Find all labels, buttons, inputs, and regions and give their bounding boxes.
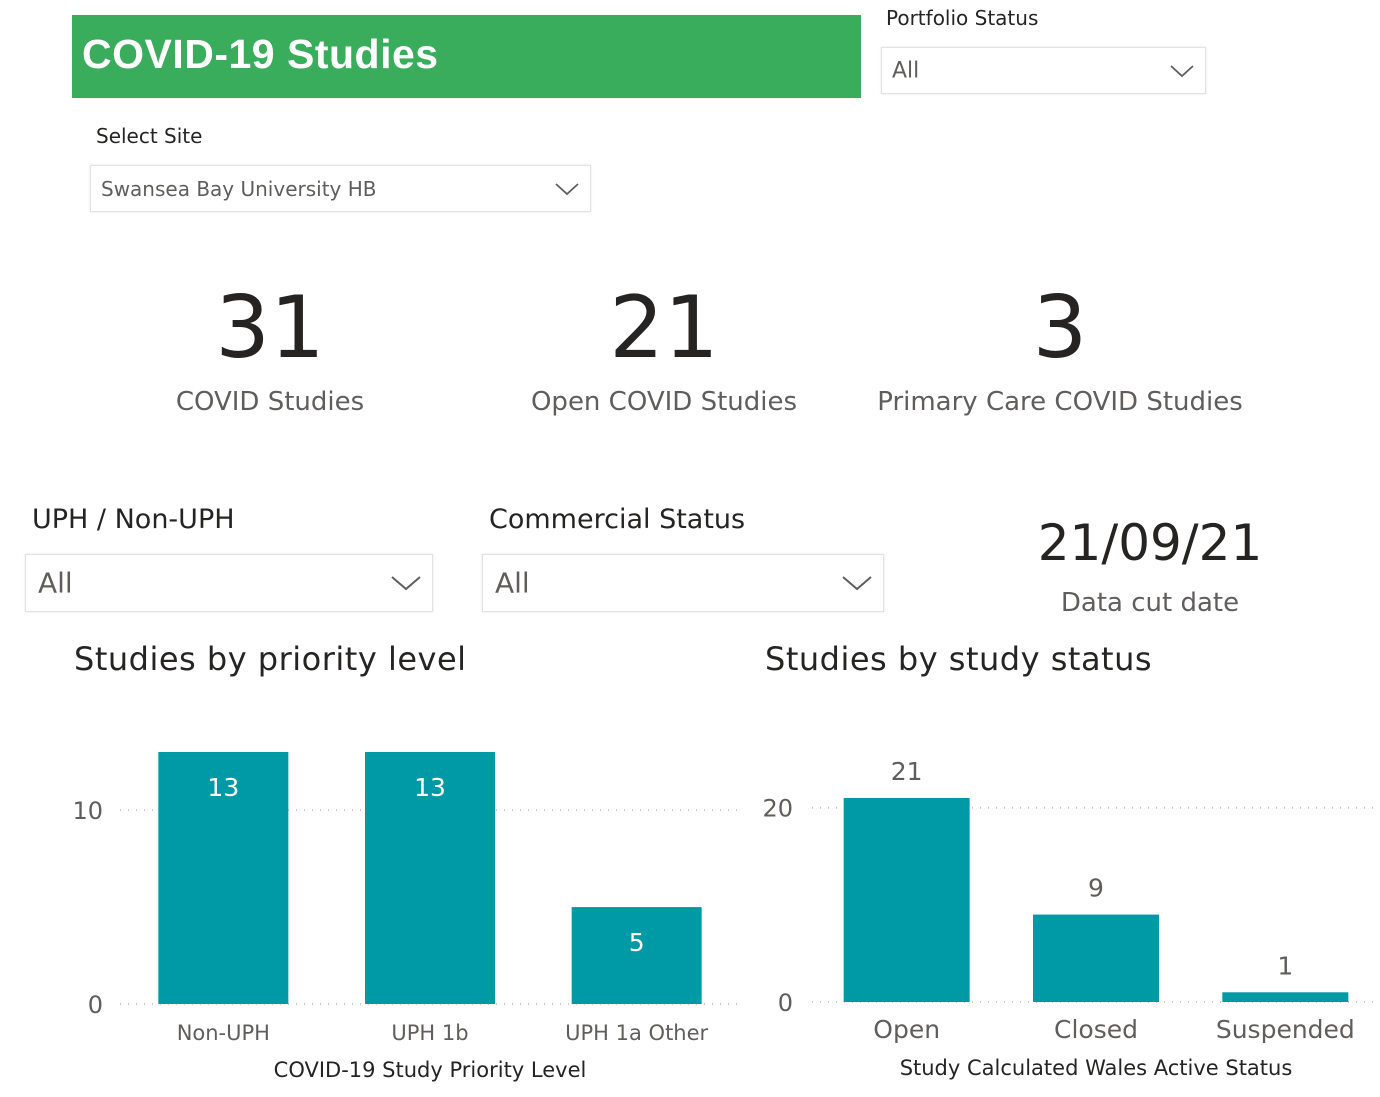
x-tick-label: UPH 1a Other xyxy=(565,1021,708,1045)
commercial-status-dropdown[interactable]: All xyxy=(482,554,884,612)
uph-filter-value: All xyxy=(38,566,73,600)
kpi-value: 3 xyxy=(1032,278,1088,378)
kpi-card-covid-studies: 31 COVID Studies xyxy=(120,285,420,417)
kpi-value: 31 xyxy=(215,278,325,378)
chevron-down-icon xyxy=(842,576,872,591)
x-tick-label: Open xyxy=(873,1015,940,1044)
data-label: 21 xyxy=(891,757,923,786)
report-title-banner: COVID-19 Studies xyxy=(72,15,861,98)
data-cut-label: Data cut date xyxy=(1060,588,1240,618)
priority-level-bar-chart: 0 10 13 Non-UPH 13 UPH 1b 5 UPH 1a Other COVID-1… xyxy=(72,752,740,1082)
x-tick-label: Suspended xyxy=(1216,1015,1355,1044)
portfolio-status-label: Portfolio Status xyxy=(886,6,1039,30)
data-label: 5 xyxy=(629,928,645,957)
x-tick-label: Closed xyxy=(1054,1015,1138,1044)
select-site-value: Swansea Bay University HB xyxy=(101,176,377,201)
y-tick-label: 0 xyxy=(778,989,793,1017)
data-label: 1 xyxy=(1277,951,1293,980)
y-tick-label: 10 xyxy=(72,797,103,825)
kpi-label: COVID Studies xyxy=(175,387,365,417)
commercial-status-label: Commercial Status xyxy=(489,504,746,535)
commercial-status-value: All xyxy=(495,566,530,600)
bar xyxy=(843,798,970,1002)
data-label: 13 xyxy=(414,773,446,802)
chart-title-priority: Studies by priority level xyxy=(74,640,467,678)
y-tick-label: 20 xyxy=(762,795,793,823)
data-cut-card: 21/09/21 Data cut date xyxy=(1010,518,1290,618)
kpi-value: 21 xyxy=(609,278,719,378)
kpi-card-open-covid-studies: 21 Open COVID Studies xyxy=(514,285,814,417)
x-axis-title: COVID-19 Study Priority Level xyxy=(274,1058,587,1082)
report-title: COVID-19 Studies xyxy=(82,31,439,77)
chart-title-status: Studies by study status xyxy=(765,640,1153,678)
x-axis-title: Study Calculated Wales Active Status xyxy=(900,1056,1293,1080)
kpi-card-primary-care-covid-studies: 3 Primary Care COVID Studies xyxy=(860,285,1260,417)
bar xyxy=(1033,914,1159,1002)
uph-filter-dropdown[interactable]: All xyxy=(25,554,433,612)
study-status-bar-chart: 0 20 21 Open 9 Closed 1 Suspended Study Calculat… xyxy=(762,757,1380,1080)
portfolio-status-dropdown[interactable]: All xyxy=(881,47,1206,94)
x-tick-label: Non-UPH xyxy=(177,1021,270,1045)
y-tick-label: 0 xyxy=(88,991,103,1019)
kpi-label: Open COVID Studies xyxy=(530,387,798,417)
select-site-label: Select Site xyxy=(96,124,203,148)
portfolio-status-value: All xyxy=(892,58,920,83)
bar xyxy=(1222,992,1349,1002)
chevron-down-icon xyxy=(555,182,579,195)
x-tick-label: UPH 1b xyxy=(391,1021,468,1045)
uph-filter-label: UPH / Non-UPH xyxy=(32,504,235,535)
kpi-label: Primary Care COVID Studies xyxy=(877,387,1243,417)
data-label: 13 xyxy=(207,773,239,802)
data-label: 9 xyxy=(1088,874,1104,903)
data-cut-value: 21/09/21 xyxy=(1037,514,1263,572)
chevron-down-icon xyxy=(391,576,421,591)
select-site-dropdown[interactable]: Swansea Bay University HB xyxy=(90,165,591,212)
chevron-down-icon xyxy=(1170,64,1194,77)
